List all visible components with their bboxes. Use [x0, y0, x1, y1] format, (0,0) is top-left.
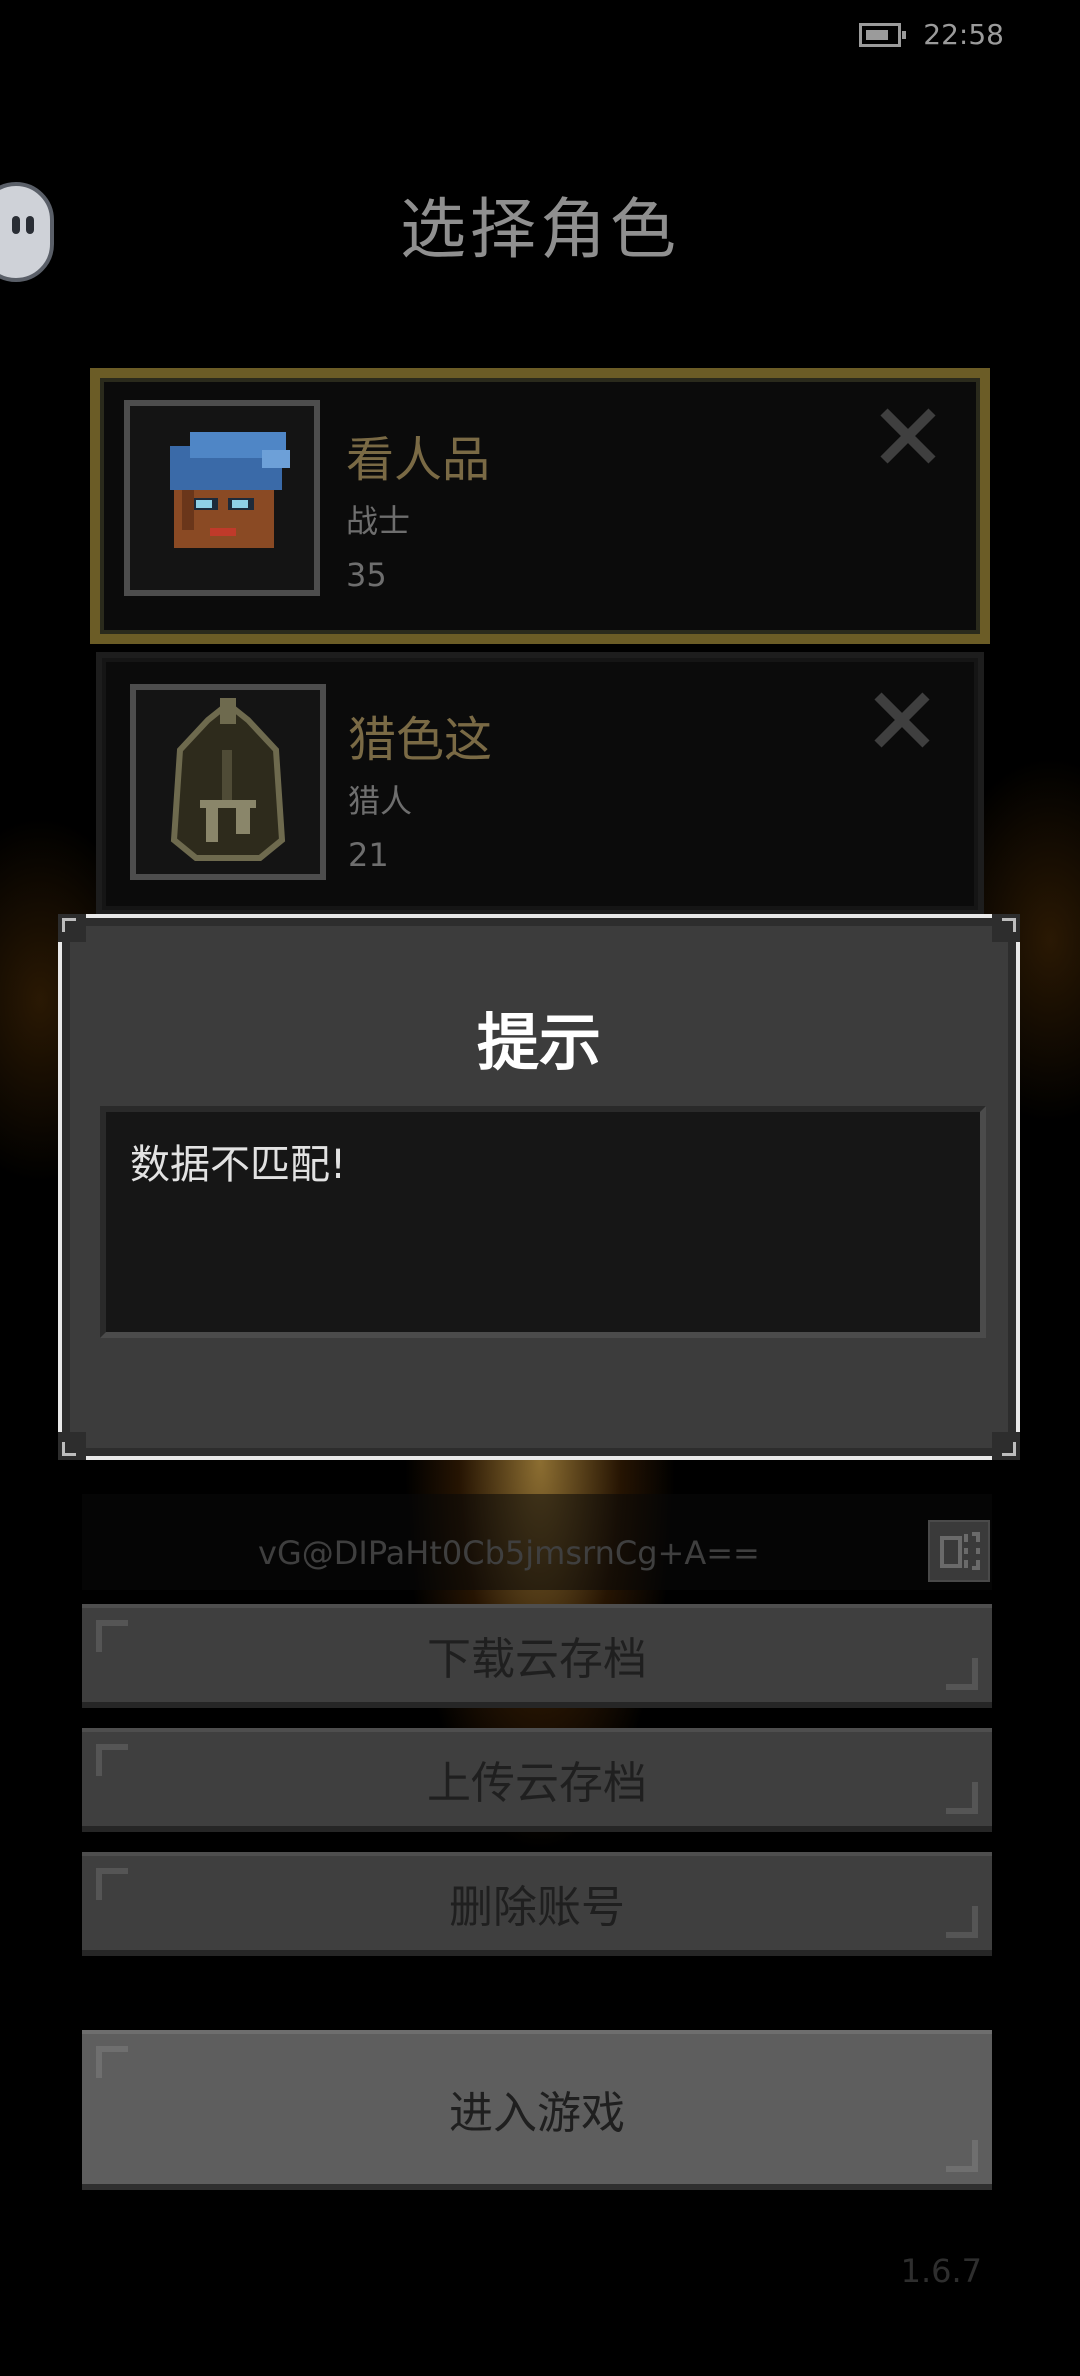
copy-icon[interactable]: [928, 1520, 990, 1582]
status-time: 22:58: [923, 18, 1004, 51]
delete-account-label: 删除账号: [449, 1882, 625, 1933]
character-card-1[interactable]: 看人品 战士 35: [90, 368, 990, 644]
character-name: 看人品: [346, 432, 491, 488]
dialog-title: 提示: [476, 1006, 601, 1079]
download-cloud-save-label: 下载云存档: [427, 1634, 647, 1685]
character-name: 猎色这: [348, 712, 493, 768]
status-bar: 22:58: [859, 18, 1004, 51]
page-title: 选择角色: [400, 191, 680, 268]
upload-cloud-save-button[interactable]: 上传云存档: [82, 1728, 992, 1832]
character-card-2[interactable]: 猎色这 猎人 21: [96, 652, 984, 916]
dialog-corner: [992, 1432, 1020, 1460]
hunter-helmet-portrait-icon: [130, 684, 326, 880]
battery-icon: [859, 22, 907, 47]
dialog-corner: [992, 914, 1020, 942]
dialog-message-box: 数据不匹配!: [100, 1106, 986, 1338]
character-class: 战士: [346, 502, 411, 540]
dialog-message: 数据不匹配!: [130, 1142, 347, 1188]
dialog-corner: [58, 914, 86, 942]
character-level: 35: [346, 556, 387, 594]
character-class: 猎人: [348, 782, 413, 820]
enter-game-button[interactable]: 进入游戏: [82, 2030, 992, 2190]
enter-game-label: 进入游戏: [449, 2088, 625, 2139]
warrior-portrait-icon: [124, 400, 320, 596]
upload-cloud-save-label: 上传云存档: [427, 1758, 647, 1809]
version-label: 1.6.7: [900, 2252, 982, 2290]
character-level: 21: [348, 836, 389, 874]
delete-account-button[interactable]: 删除账号: [82, 1852, 992, 1956]
download-cloud-save-button[interactable]: 下载云存档: [82, 1604, 992, 1708]
alert-dialog: 提示 数据不匹配!: [58, 914, 1020, 1460]
account-code: vG@DIPaHt0Cb5jmsrnCg+A==: [258, 1534, 760, 1572]
close-icon[interactable]: [876, 404, 940, 468]
dialog-corner: [58, 1432, 86, 1460]
close-icon[interactable]: [870, 688, 934, 752]
